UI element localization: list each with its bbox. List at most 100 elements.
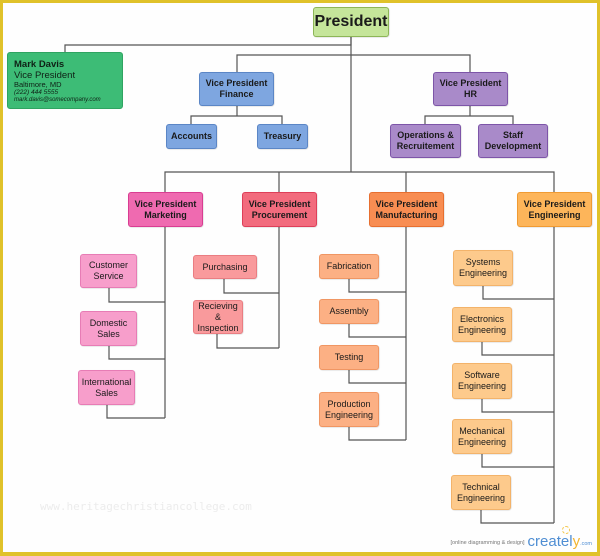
node-vp-manufacturing[interactable]: Vice President Manufacturing bbox=[369, 192, 444, 227]
node-label-line2: Sales bbox=[95, 387, 118, 398]
node-label-line1: Vice President bbox=[248, 198, 311, 209]
node-domestic-sales[interactable]: Domestic Sales bbox=[80, 311, 137, 346]
node-label: Testing bbox=[334, 352, 364, 362]
sun-icon bbox=[561, 526, 570, 534]
node-label-line2: Service bbox=[93, 271, 124, 281]
node-label-line1: Systems bbox=[465, 257, 501, 267]
node-label-line1: Vice President bbox=[375, 198, 438, 209]
node-purchasing[interactable]: Purchasing bbox=[193, 255, 257, 279]
node-label-line1: International bbox=[81, 376, 132, 387]
node-label-line2: Manufacturing bbox=[375, 209, 438, 220]
node-customer-service[interactable]: Customer Service bbox=[80, 254, 137, 288]
node-software-engineering[interactable]: Software Engineering bbox=[452, 363, 512, 399]
node-systems-engineering[interactable]: Systems Engineering bbox=[453, 250, 513, 286]
node-label-line1: Staff bbox=[502, 130, 523, 140]
connector-engineering-c4 bbox=[481, 454, 554, 468]
connector-manufacturing-c4 bbox=[348, 427, 406, 441]
node-vp-hr[interactable]: Vice President HR bbox=[433, 72, 508, 106]
node-label-line1: Vice President bbox=[134, 198, 197, 209]
connector-hr-children bbox=[424, 115, 514, 124]
connector-row3 bbox=[164, 171, 555, 192]
node-label-line2: Engineering bbox=[457, 381, 507, 391]
node-label-line1: Software bbox=[464, 370, 500, 380]
creately-footer: [online diagramming & design] creately .… bbox=[450, 526, 592, 550]
footer-tagline: [online diagramming & design] bbox=[450, 540, 525, 546]
node-vp-procurement[interactable]: Vice President Procurement bbox=[242, 192, 317, 227]
node-label-line1: Customer bbox=[88, 260, 128, 270]
node-staff-development[interactable]: Staff Development bbox=[478, 124, 548, 158]
node-label-line1: Mechanical bbox=[459, 425, 505, 436]
node-label-line1: Operations & bbox=[397, 130, 454, 140]
node-technical-engineering[interactable]: Technical Engineering bbox=[451, 475, 511, 510]
node-label: Purchasing bbox=[202, 261, 248, 272]
node-label-line2: Engineering bbox=[528, 209, 581, 220]
watermark-text: www.heritagechristiancollege.com bbox=[40, 500, 252, 513]
node-vp-engineering[interactable]: Vice President Engineering bbox=[517, 192, 592, 227]
node-label-line2: Inspection bbox=[197, 322, 239, 333]
node-testing[interactable]: Testing bbox=[319, 345, 379, 370]
footer-domain: .com bbox=[580, 541, 592, 547]
node-recieving-inspection[interactable]: Recieving & Inspection bbox=[193, 300, 243, 334]
node-label-line2: Sales bbox=[97, 328, 120, 339]
node-label-line1: Technical bbox=[462, 481, 500, 492]
node-treasury[interactable]: Treasury bbox=[257, 124, 308, 149]
connector-engineering-c2 bbox=[481, 342, 554, 356]
contact-name: Mark Davis bbox=[14, 59, 65, 70]
connector-manufacturing-c3 bbox=[348, 370, 406, 384]
connector-procurement-c2 bbox=[216, 334, 279, 349]
node-production-engineering[interactable]: Production Engineering bbox=[319, 392, 379, 427]
node-label-line2: Engineering bbox=[456, 492, 506, 503]
node-label-line2: Procurement bbox=[251, 209, 308, 220]
connector-marketing-c1 bbox=[108, 288, 165, 303]
logo-text-main: create bbox=[527, 533, 570, 550]
connector-manufacturing-c2 bbox=[348, 324, 406, 338]
node-label-line1: Vice President bbox=[439, 78, 502, 88]
node-label: Accounts bbox=[170, 131, 212, 141]
contact-phone: (222) 444 5555 bbox=[14, 89, 59, 96]
node-label-line2: Finance bbox=[219, 89, 254, 99]
node-label-line1: Production bbox=[327, 398, 371, 409]
node-label-line2: Recruitement bbox=[396, 141, 455, 151]
node-label-line1: Domestic bbox=[89, 317, 128, 328]
node-electronics-engineering[interactable]: Electronics Engineering bbox=[452, 307, 512, 342]
connector-procurement-c1 bbox=[223, 279, 279, 294]
node-label-line2: Engineering bbox=[457, 436, 507, 447]
creately-logo[interactable]: creately bbox=[527, 526, 581, 550]
node-mechanical-engineering[interactable]: Mechanical Engineering bbox=[452, 419, 512, 454]
connector-manufacturing-c1 bbox=[348, 279, 406, 293]
node-label-line2: Engineering bbox=[324, 409, 374, 420]
connector-engineering-c1 bbox=[482, 286, 554, 300]
connector-marketing-c3 bbox=[106, 405, 165, 419]
connector-finance-hr bbox=[236, 54, 471, 72]
node-label: Assembly bbox=[329, 306, 369, 316]
contact-card[interactable]: Mark Davis Vice President Baltimore, MD … bbox=[7, 52, 123, 109]
connector-president-card bbox=[64, 37, 352, 52]
node-label: Fabrication bbox=[326, 261, 372, 271]
node-label-line1: Vice President bbox=[523, 198, 586, 209]
node-label-line2: Engineering bbox=[458, 268, 508, 278]
connector-engineering-c3 bbox=[481, 399, 554, 413]
connector-finance-children bbox=[190, 115, 283, 124]
node-president[interactable]: President bbox=[313, 7, 389, 37]
contact-email: mark.davis@somecompany.com bbox=[14, 96, 101, 103]
node-label-line1: Recieving & bbox=[198, 300, 238, 322]
node-label-line1: Electronics bbox=[459, 313, 504, 324]
node-label-line2: Development bbox=[484, 141, 542, 151]
node-label-line2: Engineering bbox=[457, 324, 507, 335]
connector-engineering-c5 bbox=[480, 510, 554, 524]
contact-location: Baltimore, MD bbox=[14, 80, 62, 89]
node-fabrication[interactable]: Fabrication bbox=[319, 254, 379, 279]
node-label: Treasury bbox=[263, 131, 302, 141]
node-label-line1: Vice President bbox=[205, 78, 268, 88]
node-label-line2: Marketing bbox=[144, 209, 187, 220]
node-label-line2: HR bbox=[464, 89, 477, 99]
node-vp-finance[interactable]: Vice President Finance bbox=[199, 72, 274, 106]
connector-marketing-c2 bbox=[108, 346, 165, 360]
node-accounts[interactable]: Accounts bbox=[166, 124, 217, 149]
logo-text-y: y bbox=[572, 533, 581, 550]
node-label: President bbox=[314, 13, 388, 30]
node-assembly[interactable]: Assembly bbox=[319, 299, 379, 324]
node-vp-marketing[interactable]: Vice President Marketing bbox=[128, 192, 203, 227]
node-operations-recruitement[interactable]: Operations & Recruitement bbox=[390, 124, 461, 158]
node-international-sales[interactable]: International Sales bbox=[78, 370, 135, 405]
